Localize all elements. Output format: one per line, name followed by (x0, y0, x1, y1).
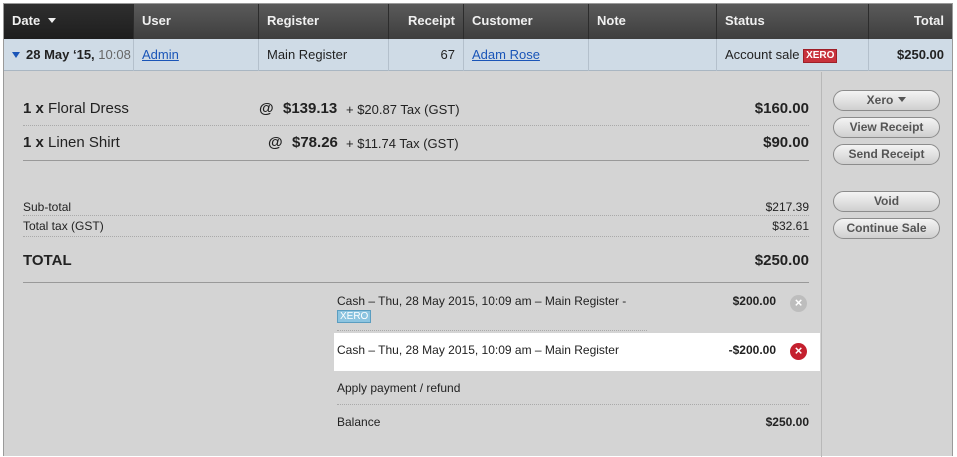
line-item-price: $78.26 (292, 134, 338, 151)
sale-date-cell: 28 May ‘15, 10:08 (4, 39, 134, 71)
column-header-note[interactable]: Note (589, 4, 717, 39)
payment-amount: $200.00 (732, 294, 776, 308)
column-header-total[interactable]: Total (869, 4, 952, 39)
line-item-tax: + $20.87 Tax (GST) (346, 102, 460, 117)
sale-register: Main Register (259, 39, 389, 71)
sale-row[interactable]: 28 May ‘15, 10:08 Admin Main Register 67… (4, 39, 952, 71)
line-item-at: @ (268, 134, 283, 151)
xero-button-label: Xero (866, 93, 894, 107)
sale-total: $250.00 (897, 47, 944, 62)
view-receipt-button[interactable]: View Receipt (833, 117, 940, 138)
line-item-qty: 1 x (23, 100, 44, 117)
line-item-name: 1 x Linen Shirt (23, 134, 120, 151)
subtotal-label: Sub-total (23, 200, 72, 214)
sales-history-panel: Date User Register Receipt Customer Note… (3, 3, 953, 457)
actions-panel: Xero View Receipt Send Receipt Void Cont… (823, 72, 952, 457)
line-item-total: $90.00 (763, 134, 809, 151)
total-tax-value: $32.61 (772, 219, 809, 233)
sale-date: 28 May ‘15, (26, 47, 95, 62)
grand-total-label: TOTAL (23, 252, 72, 269)
total-tax-label: Total tax (GST) (23, 219, 104, 233)
sale-note (589, 39, 717, 71)
sale-status-cell: Account sale XERO (717, 39, 869, 71)
customer-link[interactable]: Adam Rose (472, 47, 540, 62)
sale-receipt-number: 67 (389, 39, 464, 71)
xero-badge: XERO (803, 49, 838, 63)
xero-badge: XERO (337, 310, 372, 323)
sort-down-icon (47, 18, 56, 23)
user-link[interactable]: Admin (142, 47, 179, 62)
table-header: Date User Register Receipt Customer Note… (4, 4, 952, 39)
line-item-product: Linen Shirt (48, 134, 120, 151)
payment-description: Cash – Thu, 28 May 2015, 10:09 am – Main… (337, 294, 627, 308)
column-header-customer[interactable]: Customer (464, 4, 589, 39)
chevron-down-icon (898, 97, 907, 102)
continue-sale-button[interactable]: Continue Sale (833, 218, 940, 239)
xero-dropdown-button[interactable]: Xero (833, 90, 940, 111)
subtotal-value: $217.39 (765, 200, 809, 214)
sale-customer-cell: Adam Rose (464, 39, 589, 71)
payment-amount: -$200.00 (728, 343, 776, 357)
line-item-name: 1 x Floral Dress (23, 100, 129, 117)
balance-value: $250.00 (765, 415, 809, 429)
column-header-receipt[interactable]: Receipt (389, 4, 464, 39)
send-receipt-button[interactable]: Send Receipt (833, 144, 940, 165)
sale-time: 10:08 (98, 47, 131, 62)
collapse-triangle-icon[interactable] (12, 52, 20, 58)
divider (23, 236, 809, 237)
payment-description: Cash – Thu, 28 May 2015, 10:09 am – Main… (337, 343, 619, 357)
line-item-at: @ (259, 100, 274, 117)
sale-user-cell: Admin (134, 39, 259, 71)
line-item-total: $160.00 (754, 100, 809, 117)
payment-line: Cash – Thu, 28 May 2015, 10:09 am – Main… (337, 294, 626, 323)
balance-label: Balance (337, 415, 381, 429)
sale-status: Account sale (725, 47, 800, 62)
line-item-tax: + $11.74 Tax (GST) (346, 136, 459, 151)
line-item-qty: 1 x (23, 134, 44, 151)
column-header-register[interactable]: Register (259, 4, 389, 39)
divider (337, 404, 809, 405)
apply-payment-link[interactable]: Apply payment / refund (337, 381, 460, 395)
void-button[interactable]: Void (833, 191, 940, 212)
line-item-product: Floral Dress (48, 100, 129, 117)
column-header-user[interactable]: User (134, 4, 259, 39)
sale-detail: 1 x Floral Dress @ $139.13 + $20.87 Tax … (4, 72, 822, 457)
column-header-date[interactable]: Date (4, 4, 134, 39)
divider (23, 282, 809, 283)
grand-total-value: $250.00 (754, 252, 809, 269)
divider (23, 160, 809, 161)
divider (23, 125, 809, 126)
divider (23, 215, 809, 216)
remove-icon[interactable]: × (790, 343, 807, 360)
column-header-status[interactable]: Status (717, 4, 869, 39)
remove-icon[interactable]: × (790, 295, 807, 312)
column-header-date-label: Date (12, 13, 41, 28)
line-item-price: $139.13 (283, 100, 338, 117)
divider (337, 330, 647, 331)
